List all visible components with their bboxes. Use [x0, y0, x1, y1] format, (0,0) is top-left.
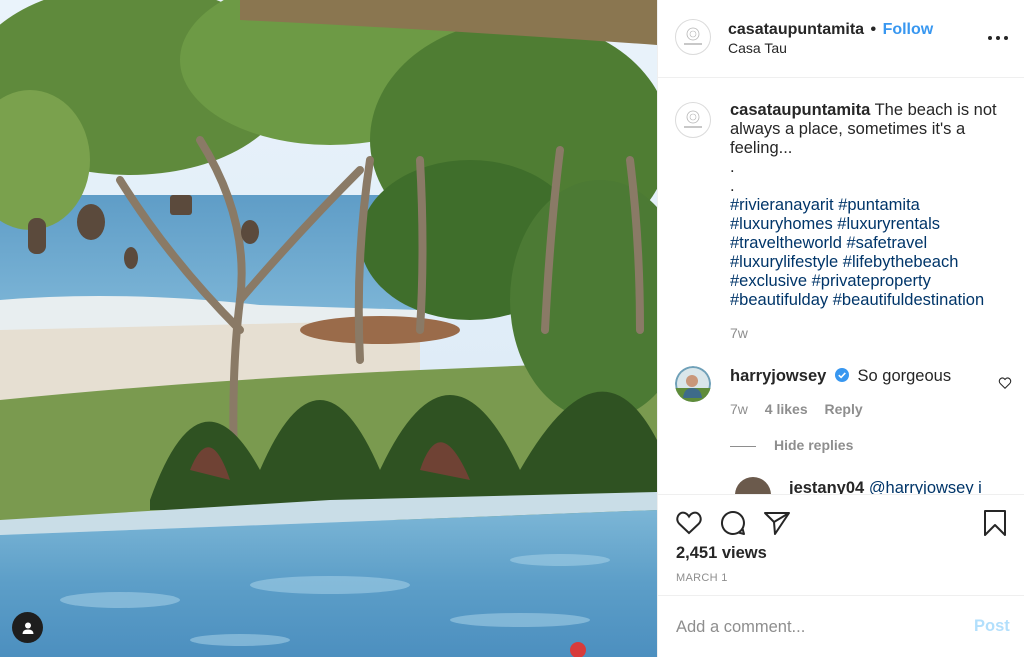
- follow-button[interactable]: Follow: [883, 21, 934, 38]
- post-side-panel: casataupuntamita • Follow Casa Tau casat…: [657, 0, 1024, 657]
- commenter-avatar[interactable]: [675, 366, 711, 402]
- comment-username[interactable]: harryjowsey: [730, 367, 826, 385]
- comment-timestamp[interactable]: 7w: [730, 401, 748, 417]
- casa-tau-logo-icon: [684, 27, 702, 45]
- post-comment-button[interactable]: Post: [974, 617, 1010, 636]
- profile-avatar[interactable]: [675, 19, 711, 55]
- comment-likes[interactable]: 4 likes: [765, 401, 808, 417]
- header-username[interactable]: casataupuntamita: [728, 21, 864, 38]
- header-separator: •: [870, 21, 877, 38]
- caption-timestamp[interactable]: 7w: [730, 325, 748, 341]
- location-link[interactable]: Casa Tau: [728, 40, 787, 56]
- comment-meta: 7w 4 likes Reply: [730, 401, 876, 417]
- caption-hashtags[interactable]: #rivieranayarit #puntamita #luxuryhomes …: [730, 196, 1000, 310]
- hide-replies-label: Hide replies: [774, 437, 854, 453]
- verified-badge-icon: [834, 368, 849, 382]
- share-send-icon[interactable]: [763, 509, 791, 537]
- post-actions: 2,451 views MARCH 1: [658, 494, 1024, 595]
- save-bookmark-icon[interactable]: [981, 509, 1009, 537]
- caption-avatar[interactable]: [675, 102, 711, 138]
- user-icon: [22, 622, 33, 634]
- post-date[interactable]: MARCH 1: [676, 572, 728, 584]
- more-options-icon[interactable]: [988, 30, 1008, 46]
- caption-dot: .: [730, 177, 735, 195]
- comment-like-heart-icon[interactable]: [998, 376, 1012, 390]
- comments-section[interactable]: casataupuntamita The beach is not always…: [658, 79, 1024, 494]
- comment-input[interactable]: [676, 615, 956, 639]
- comment-bubble-icon[interactable]: [719, 509, 747, 537]
- casa-tau-logo-icon: [684, 110, 702, 128]
- comment-text: So gorgeous: [857, 367, 952, 385]
- hide-replies-line: [730, 445, 756, 447]
- like-heart-icon[interactable]: [675, 509, 703, 537]
- reply-text-row: jestany04 @harryjowsey i: [789, 479, 982, 494]
- user-tag-button[interactable]: [12, 612, 43, 643]
- reply-avatar[interactable]: [735, 477, 771, 494]
- hide-replies-button[interactable]: Hide replies: [730, 437, 853, 453]
- caption-dot: .: [730, 158, 735, 176]
- caption: casataupuntamita The beach is not always…: [730, 101, 1000, 310]
- reply-text[interactable]: @harryjowsey i: [869, 479, 982, 494]
- add-comment-bar: Post: [658, 595, 1024, 657]
- post-image: [0, 0, 657, 657]
- post-header: casataupuntamita • Follow Casa Tau: [658, 0, 1024, 78]
- header-username-row: casataupuntamita • Follow: [728, 21, 933, 39]
- comment-text-row: harryjowsey So gorgeous: [730, 367, 951, 386]
- views-count[interactable]: 2,451 views: [676, 544, 767, 563]
- post-media[interactable]: [0, 0, 657, 657]
- reply-username[interactable]: jestany04: [789, 479, 864, 494]
- avatar-photo: [675, 366, 711, 402]
- caption-username[interactable]: casataupuntamita: [730, 101, 870, 119]
- reply-button[interactable]: Reply: [825, 401, 863, 417]
